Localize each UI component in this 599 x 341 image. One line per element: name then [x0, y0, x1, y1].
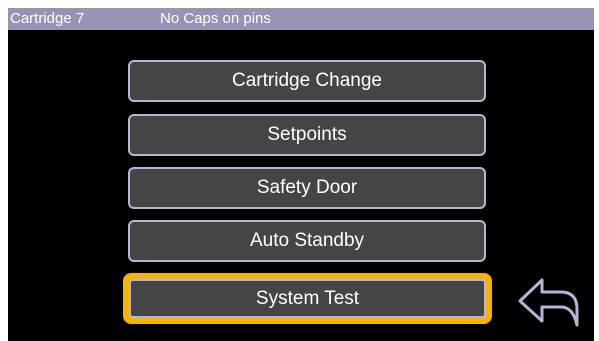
- system-test-label: System Test: [129, 279, 486, 318]
- device-screen: Cartridge 7 No Caps on pins Cartridge Ch…: [8, 8, 594, 341]
- cartridge-status: Cartridge 7: [10, 10, 85, 27]
- safety-door-button[interactable]: Safety Door: [128, 167, 486, 209]
- back-arrow-icon: [518, 278, 579, 327]
- back-button[interactable]: [517, 276, 581, 328]
- setpoints-button[interactable]: Setpoints: [128, 114, 486, 156]
- status-message: No Caps on pins: [160, 10, 271, 27]
- cartridge-change-button[interactable]: Cartridge Change: [128, 60, 486, 102]
- auto-standby-button[interactable]: Auto Standby: [128, 220, 486, 262]
- system-test-button[interactable]: System Test: [123, 273, 492, 324]
- status-bar: Cartridge 7 No Caps on pins: [8, 8, 594, 30]
